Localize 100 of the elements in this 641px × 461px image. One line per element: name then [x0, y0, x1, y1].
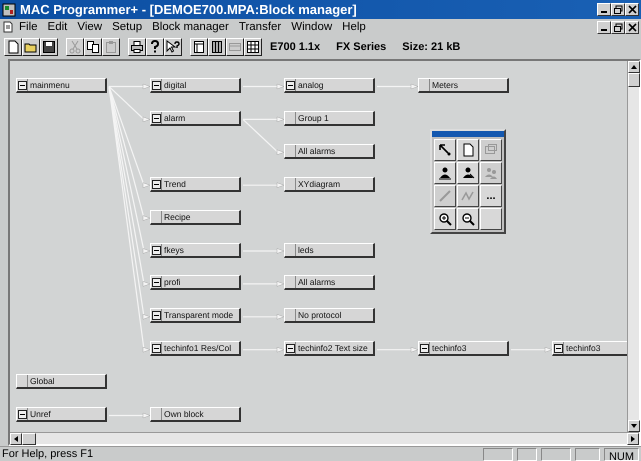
scroll-right-button[interactable] [627, 433, 639, 445]
toolbar-button[interactable] [84, 38, 102, 56]
block-node[interactable]: profi [150, 275, 241, 290]
block-node[interactable]: Unref [16, 407, 107, 422]
frame-icon [484, 143, 498, 157]
document-icon [2, 21, 14, 33]
new-page-icon [6, 40, 20, 54]
menu-item[interactable]: Setup [107, 19, 148, 35]
block-node[interactable]: Global [16, 374, 107, 390]
toolbar-button[interactable] [22, 38, 40, 56]
restore-button[interactable] [611, 20, 625, 34]
tool-button[interactable] [457, 208, 479, 230]
block-node[interactable]: Group 1 [284, 110, 375, 126]
block-node[interactable]: techinfo3 [552, 341, 627, 356]
block-node[interactable]: Transparent mode [150, 308, 241, 324]
window-icon [192, 40, 206, 54]
block-node[interactable]: techinfo1 Res/Col [150, 341, 241, 356]
connector [511, 347, 552, 352]
tool-button[interactable] [457, 139, 479, 161]
menu-item[interactable]: File [14, 19, 43, 35]
collapse-icon[interactable] [152, 344, 161, 354]
collapse-icon[interactable] [286, 81, 295, 90]
collapse-icon[interactable] [152, 311, 161, 320]
close-button[interactable] [625, 20, 639, 34]
grid-icon [246, 40, 260, 54]
collapse-icon[interactable] [286, 344, 295, 354]
scroll-left-button[interactable] [10, 433, 22, 445]
menu-item[interactable]: Block manager [147, 19, 234, 35]
block-node[interactable]: alarm [150, 110, 241, 126]
block-node[interactable]: fkeys [150, 242, 241, 258]
block-node[interactable]: Own block [150, 407, 241, 422]
block-node[interactable]: analog [284, 78, 375, 93]
minimize-icon [601, 28, 607, 30]
close-button[interactable] [625, 3, 639, 16]
toolbar-button[interactable] [208, 38, 226, 56]
restore-button[interactable] [611, 3, 625, 16]
block-node[interactable]: All alarms [284, 275, 375, 290]
block-node[interactable]: No protocol [284, 308, 375, 324]
close-icon [628, 22, 636, 32]
scissors-icon [68, 40, 82, 54]
toolbar-button[interactable] [128, 38, 146, 56]
collapse-icon[interactable] [18, 81, 27, 90]
menu-item[interactable]: View [72, 19, 108, 35]
tool-button[interactable] [480, 208, 502, 230]
horizontal-scrollbar[interactable] [10, 432, 639, 444]
app-icon [2, 2, 16, 16]
connector [377, 347, 418, 352]
block-node[interactable]: techinfo2 Text size [284, 341, 375, 356]
block-node[interactable]: mainmenu [16, 78, 107, 93]
toolbar-button[interactable] [164, 38, 182, 56]
menu-item[interactable]: Help [337, 19, 371, 35]
scroll-down-button[interactable] [628, 420, 640, 432]
collapse-icon[interactable] [554, 344, 563, 354]
toolbar-info: E700 1.1x [270, 40, 320, 55]
collapse-icon[interactable] [420, 344, 429, 354]
close-icon [628, 5, 636, 14]
collapse-icon[interactable] [152, 114, 161, 123]
toolbar-button[interactable] [4, 38, 22, 56]
tool-button[interactable]: ... [480, 185, 502, 207]
minimize-button[interactable] [597, 20, 611, 34]
collapse-icon[interactable] [152, 246, 161, 254]
collapse-icon[interactable] [152, 278, 161, 288]
toolbar-button[interactable] [40, 38, 58, 56]
block-node[interactable]: Recipe [150, 210, 241, 225]
block-node[interactable]: techinfo3 [418, 341, 509, 356]
collapse-icon[interactable] [18, 410, 27, 419]
panel-icon [228, 40, 242, 54]
block-node[interactable]: All alarms [284, 144, 375, 159]
tool-button[interactable] [457, 162, 479, 184]
menu-item[interactable]: Window [286, 19, 338, 35]
minimize-button[interactable] [597, 3, 611, 16]
status-pane [516, 448, 537, 460]
toolbar-button[interactable] [146, 38, 164, 56]
tool-button[interactable] [434, 139, 456, 161]
block-node[interactable]: Meters [418, 78, 509, 93]
collapse-icon[interactable] [152, 81, 161, 90]
block-node[interactable]: leds [284, 242, 375, 258]
scroll-up-button[interactable] [628, 61, 640, 73]
toolbar-button[interactable] [244, 38, 262, 56]
block-node[interactable]: XYdiagram [284, 176, 375, 192]
status-text: For Help, press F1 [2, 446, 94, 461]
zoom-in-icon [438, 212, 452, 226]
block-node[interactable]: Trend [150, 176, 241, 192]
down-arrow-icon [631, 424, 637, 428]
zigzag-icon [461, 189, 475, 203]
collapse-icon[interactable] [152, 180, 161, 189]
status-pane [482, 448, 513, 460]
line-icon [438, 189, 452, 203]
toolbar-button[interactable] [190, 38, 208, 56]
copy-icon [86, 40, 100, 54]
scroll-thumb[interactable] [628, 73, 640, 87]
tool-button[interactable] [434, 208, 456, 230]
vertical-scrollbar[interactable] [627, 61, 639, 432]
menu-item[interactable]: Transfer [234, 19, 286, 35]
scroll-thumb[interactable] [22, 433, 36, 445]
tool-button[interactable] [434, 162, 456, 184]
connector [109, 412, 150, 418]
block-node[interactable]: digital [150, 78, 241, 93]
printer-icon [130, 40, 144, 54]
menu-item[interactable]: Edit [42, 19, 72, 35]
